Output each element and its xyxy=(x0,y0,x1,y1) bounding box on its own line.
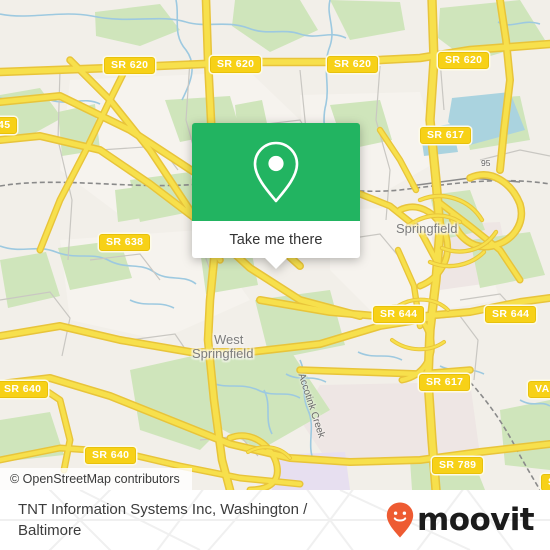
road-shield: SR 620 xyxy=(104,57,156,74)
popup-cta-label: Take me there xyxy=(229,231,323,248)
road-shield: SR 620 xyxy=(210,56,262,73)
place-label-springfield: Springfield xyxy=(396,221,458,236)
popup-image-area xyxy=(192,123,360,221)
popup-cta-bar[interactable]: Take me there xyxy=(192,221,360,269)
moovit-logo: moovit xyxy=(385,501,535,539)
location-title: TNT Information Systems Inc, Washington … xyxy=(18,501,308,539)
moovit-wordmark: moovit xyxy=(417,501,535,538)
place-label-west-springfield-line1: West xyxy=(214,332,244,347)
road-shield: SR 640 xyxy=(85,447,137,464)
road-shield: SR 640 xyxy=(0,381,49,398)
footer-bar: TNT Information Systems Inc, Washington … xyxy=(0,490,550,550)
highway-ref-95: 95 xyxy=(481,158,491,168)
road-shield: SR 789 xyxy=(432,457,484,474)
road-shield: 45 xyxy=(0,117,18,134)
road-shield: VA xyxy=(528,381,550,398)
attribution-text: © OpenStreetMap contributors xyxy=(10,472,180,486)
map-pin-icon xyxy=(253,141,299,203)
map-attribution[interactable]: © OpenStreetMap contributors xyxy=(0,468,192,490)
map-screenshot-root: SR 620 SR 620 SR 620 SR 620 45 SR 617 SR… xyxy=(0,0,550,550)
road-shield: SR 644 xyxy=(485,306,537,323)
place-label-west-springfield-line2: Springfield xyxy=(192,346,254,361)
popup-pointer xyxy=(265,258,287,269)
map-canvas[interactable]: SR 620 SR 620 SR 620 SR 620 45 SR 617 SR… xyxy=(0,0,550,490)
road-shield: SR 620 xyxy=(438,52,490,69)
road-shield: S xyxy=(541,474,550,490)
road-shield: SR 620 xyxy=(327,56,379,73)
road-shield: SR 638 xyxy=(99,234,151,251)
map-popup-card[interactable]: Take me there xyxy=(192,123,360,269)
road-shield: SR 644 xyxy=(373,306,425,323)
road-shield: SR 617 xyxy=(419,374,471,391)
road-shield: SR 617 xyxy=(420,127,472,144)
moovit-smiley-pin-icon xyxy=(386,502,414,538)
